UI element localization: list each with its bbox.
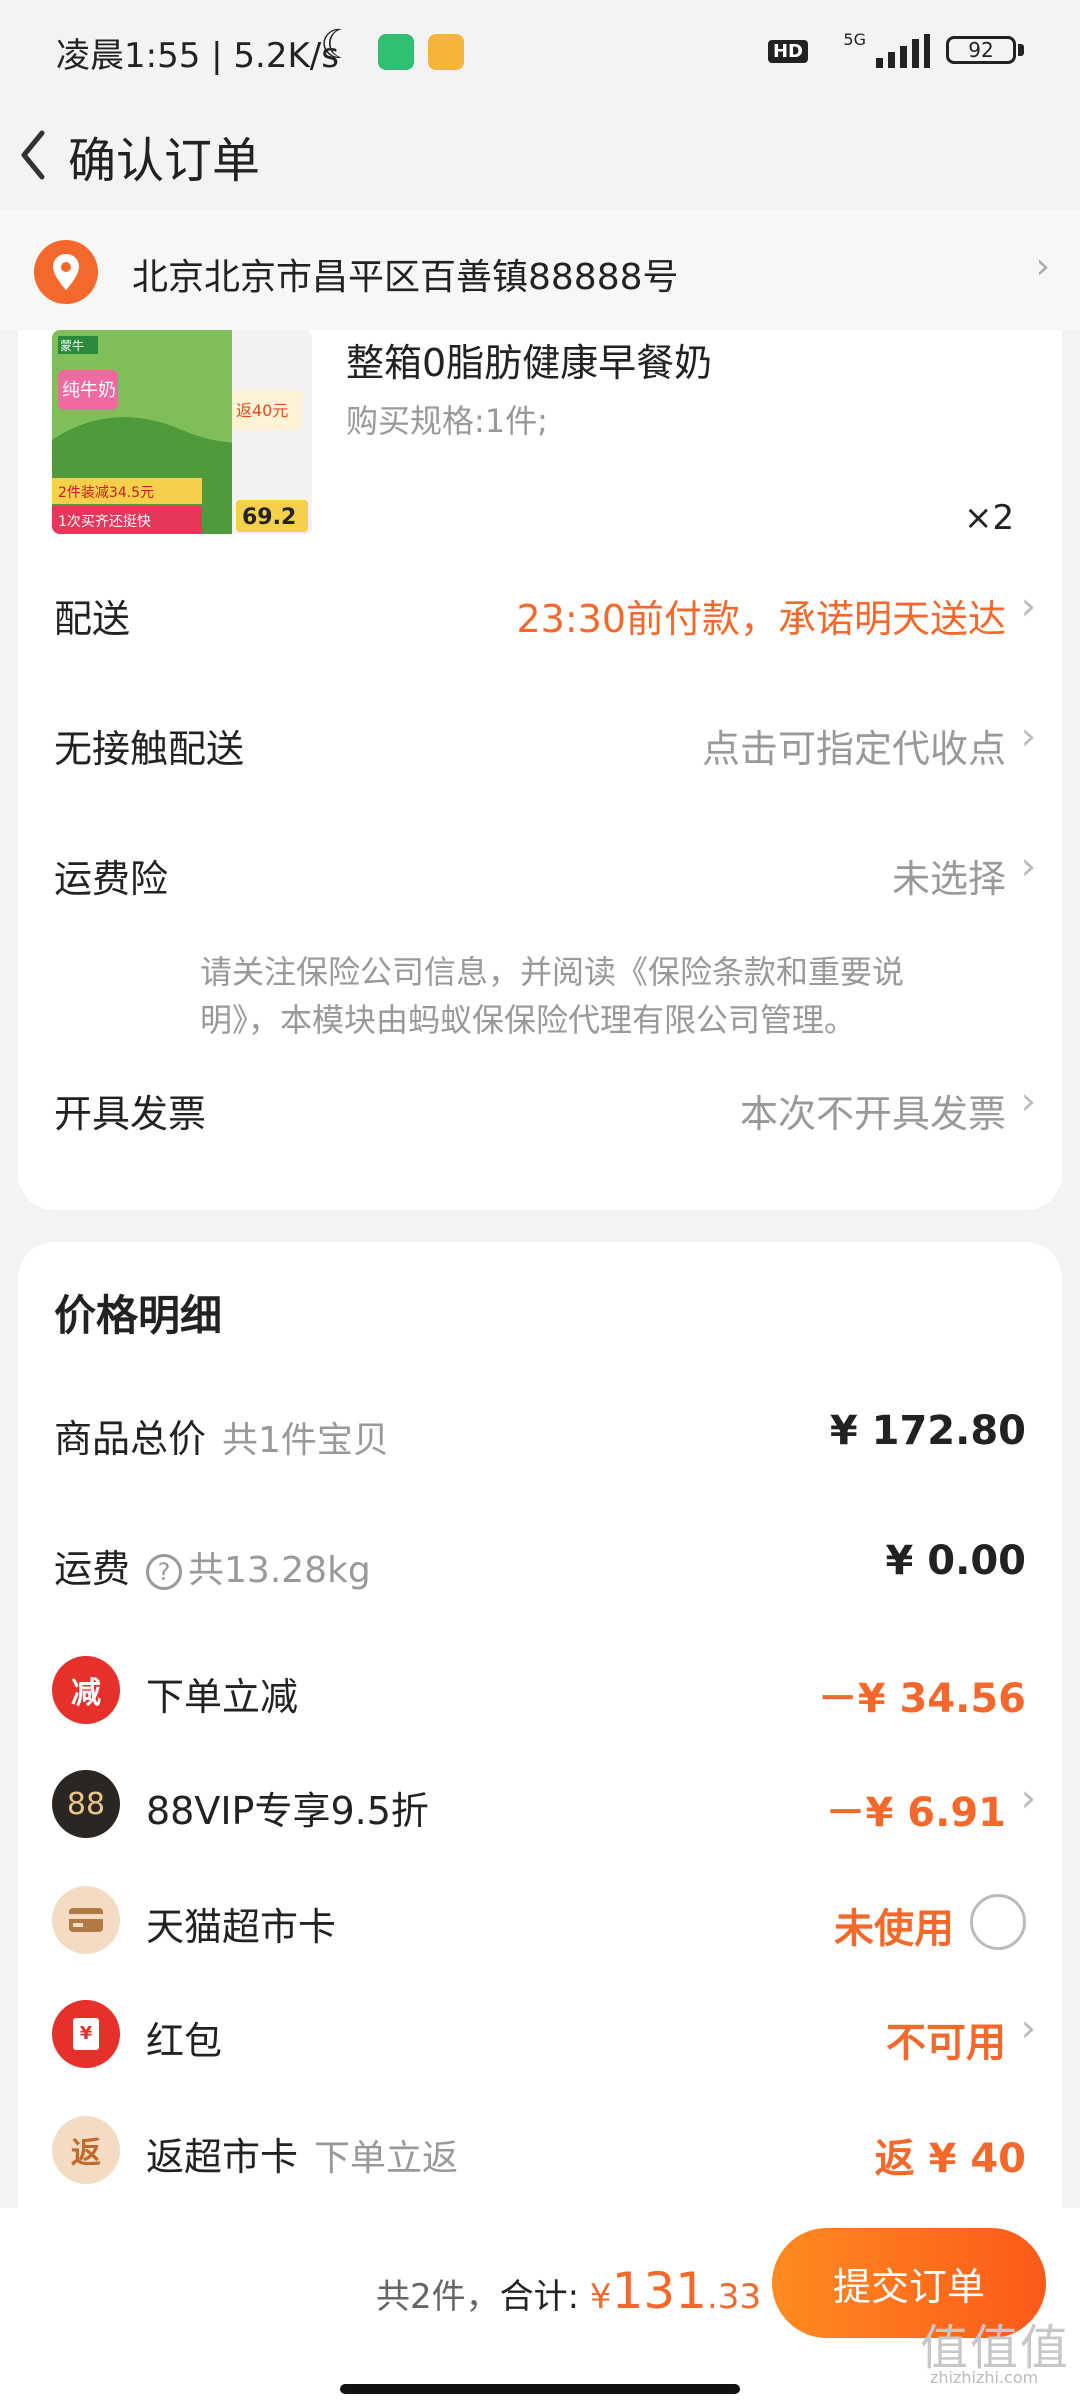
product-quantity: ×2 — [964, 498, 1015, 538]
tmall-card-label: 天猫超市卡 — [146, 1905, 337, 1949]
contactless-label: 无接触配送 — [54, 727, 245, 771]
back-icon[interactable] — [14, 125, 54, 185]
invoice-row[interactable]: 开具发票 本次不开具发票 › — [18, 1075, 1062, 1155]
image-rebate: 返40元 — [236, 401, 288, 420]
home-indicator — [340, 2384, 740, 2394]
chevron-right-icon: › — [1020, 1776, 1036, 1820]
red-packet-icon: ¥ — [52, 2000, 120, 2068]
delivery-row[interactable]: 配送 23:30前付款，承诺明天送达 › — [18, 580, 1062, 660]
image-product-name: 纯牛奶 — [62, 380, 116, 401]
item-count: 共2件， — [376, 2277, 500, 2317]
goods-total-sub: 共1件宝贝 — [222, 1420, 389, 1461]
product-image[interactable]: 蒙牛 纯牛奶 返40元 2件装减34.5元 1次买齐还挺快 69.2 — [52, 330, 312, 534]
tmall-card-row[interactable]: 天猫超市卡 未使用 — [18, 1886, 1062, 1958]
price-detail-card: 价格明细 商品总价 共1件宝贝 ¥ 172.80 运费? 共13.28kg ¥ 0.… — [18, 1242, 1062, 2242]
red-packet-status: 不可用 — [886, 2020, 1006, 2066]
goods-total-amount: ¥ 172.80 — [829, 1408, 1026, 1454]
insurance-value: 未选择 — [891, 857, 1006, 901]
rebate-icon: 返 — [52, 2116, 120, 2184]
total-integer: 131 — [611, 2262, 707, 2320]
invoice-value: 本次不开具发票 — [739, 1092, 1006, 1136]
tmall-card-radio[interactable] — [970, 1894, 1026, 1950]
discount-icon: 减 — [52, 1656, 120, 1724]
tmall-card-status: 未使用 — [834, 1906, 954, 1952]
section-title: 价格明细 — [54, 1291, 223, 1340]
watermark-url: zhizhizhi.com — [930, 2368, 1039, 2387]
red-packet-glyph: ¥ — [73, 2018, 99, 2050]
shipping-row: 运费? 共13.28kg ¥ 0.00 — [18, 1534, 1062, 1604]
total-label: 合计: — [499, 2277, 580, 2317]
chevron-right-icon: › — [1035, 246, 1050, 287]
red-packet-label: 红包 — [146, 2019, 223, 2063]
status-bar: 凌晨1:55 | 5.2K/s ☾ HD 5G 92 — [0, 0, 1080, 105]
insurance-note: 请关注保险公司信息，并阅读《保险条款和重要说明》，本模块由蚂蚁保保险代理有限公司… — [200, 953, 905, 1039]
rebate-label: 返超市卡 下单立返 — [146, 2126, 458, 2181]
page-title: 确认订单 — [68, 133, 261, 189]
help-icon[interactable]: ? — [146, 1553, 183, 1590]
chevron-right-icon: › — [1020, 584, 1036, 628]
shipping-text: 运费 — [54, 1547, 131, 1591]
red-packet-row[interactable]: ¥ 红包 不可用 › — [18, 2000, 1062, 2072]
status-time: 凌晨1:55 | 5.2K/s — [56, 36, 339, 76]
chevron-right-icon: › — [1020, 2006, 1036, 2050]
image-brand: 蒙牛 — [60, 338, 84, 353]
moon-icon: ☾ — [320, 22, 356, 68]
header: 确认订单 — [0, 105, 1080, 210]
vip-label: 88VIP专享9.5折 — [146, 1789, 429, 1833]
goods-total-label: 商品总价 共1件宝贝 — [54, 1408, 389, 1463]
discount-label: 下单立减 — [146, 1675, 299, 1719]
signal-icon — [876, 34, 930, 68]
product-spec: 购买规格:1件; — [346, 402, 548, 440]
image-promo2: 1次买齐还挺快 — [58, 514, 151, 530]
image-promo1: 2件装减34.5元 — [58, 485, 154, 501]
battery-icon: 92 — [946, 36, 1016, 64]
battery-tip — [1018, 44, 1024, 56]
image-price: 69.2 — [242, 505, 296, 530]
vip-amount: －¥ 6.91 — [825, 1790, 1006, 1836]
address-bar[interactable]: 北京北京市昌平区百善镇88888号 › — [0, 210, 1080, 330]
instant-discount-row: 减 下单立减 －¥ 34.56 — [18, 1656, 1062, 1728]
app-notification-icon — [378, 34, 414, 70]
discount-amount: －¥ 34.56 — [817, 1676, 1026, 1722]
rebate-text: 返超市卡 — [146, 2135, 299, 2179]
delivery-value: 23:30前付款，承诺明天送达 — [516, 597, 1006, 641]
vip-icon: 88 — [52, 1770, 120, 1838]
contactless-row[interactable]: 无接触配送 点击可指定代收点 › — [18, 710, 1062, 790]
app-notification-icon — [428, 34, 464, 70]
rebate-amount: 返 ¥ 40 — [874, 2136, 1026, 2182]
delivery-label: 配送 — [54, 597, 131, 641]
insurance-row[interactable]: 运费险 未选择 › — [18, 840, 1062, 920]
total-currency: ¥ — [589, 2277, 612, 2317]
order-card: 蒙牛 纯牛奶 返40元 2件装减34.5元 1次买齐还挺快 69.2 整箱0脂肪… — [18, 330, 1062, 1210]
location-pin-icon — [34, 240, 98, 304]
product-title: 整箱0脂肪健康早餐奶 — [346, 341, 713, 385]
goods-total-text: 商品总价 — [54, 1417, 207, 1461]
insurance-label: 运费险 — [54, 857, 169, 901]
shipping-weight: 共13.28kg — [188, 1550, 371, 1591]
rebate-sub: 下单立返 — [314, 2138, 459, 2179]
chevron-right-icon: › — [1020, 1079, 1036, 1123]
hd-icon: HD — [767, 40, 808, 63]
address-text: 北京北京市昌平区百善镇88888号 — [132, 257, 679, 298]
bottom-bar: 共2件，合计: ¥131.33 提交订单 值值值 zhizhizhi.com — [0, 2208, 1080, 2400]
order-total: 共2件，合计: ¥131.33 — [376, 2262, 761, 2320]
shipping-amount: ¥ 0.00 — [885, 1538, 1026, 1584]
invoice-label: 开具发票 — [54, 1092, 207, 1136]
chevron-right-icon: › — [1020, 844, 1036, 888]
contactless-value: 点击可指定代收点 — [701, 727, 1006, 771]
rebate-card-row: 返 返超市卡 下单立返 返 ¥ 40 — [18, 2116, 1062, 2188]
shipping-label: 运费? 共13.28kg — [54, 1538, 371, 1593]
chevron-right-icon: › — [1020, 714, 1036, 758]
goods-total-row: 商品总价 共1件宝贝 ¥ 172.80 — [18, 1404, 1062, 1474]
card-icon — [52, 1886, 120, 1954]
total-decimal: .33 — [707, 2277, 762, 2317]
vip-row[interactable]: 88 88VIP专享9.5折 －¥ 6.91 › — [18, 1770, 1062, 1842]
